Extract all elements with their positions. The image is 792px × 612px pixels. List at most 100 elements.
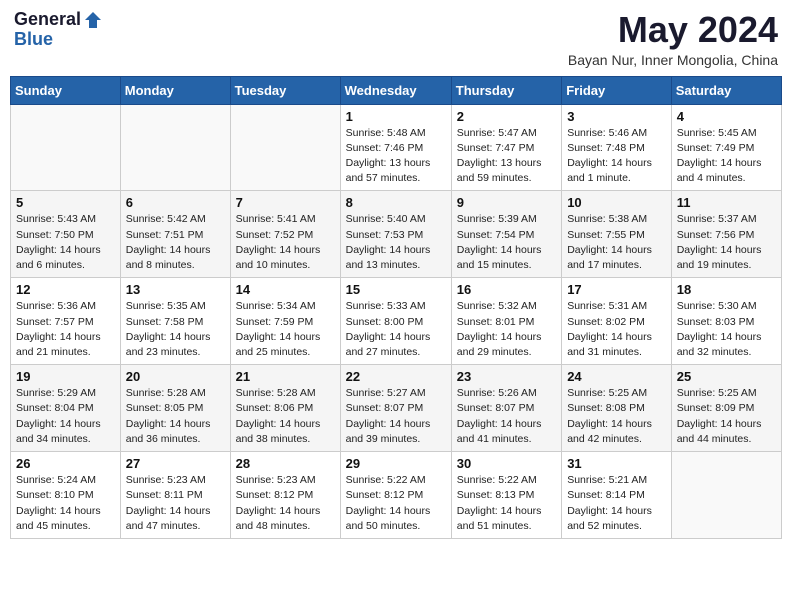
day-number: 23 <box>457 369 556 384</box>
day-number: 31 <box>567 456 666 471</box>
day-info: Sunrise: 5:21 AMSunset: 8:14 PMDaylight:… <box>567 473 666 534</box>
calendar-cell: 15Sunrise: 5:33 AMSunset: 8:00 PMDayligh… <box>340 278 451 365</box>
day-number: 28 <box>236 456 335 471</box>
day-info: Sunrise: 5:26 AMSunset: 8:07 PMDaylight:… <box>457 386 556 447</box>
calendar-cell: 14 Sunrise: 5:34 AMSunset: 7:59 PMDayligh… <box>230 278 340 365</box>
day-info: Sunrise: 5:38 AMSunset: 7:55 PMDaylight:… <box>567 212 666 273</box>
day-info: Sunrise: 5:25 AMSunset: 8:08 PMDaylight:… <box>567 386 666 447</box>
calendar-week-row: 12Sunrise: 5:36 AMSunset: 7:57 PMDayligh… <box>11 278 782 365</box>
weekday-header-wednesday: Wednesday <box>340 76 451 104</box>
calendar-cell: 3Sunrise: 5:46 AMSunset: 7:48 PMDaylight… <box>562 104 672 191</box>
calendar-cell: 23 Sunrise: 5:26 AMSunset: 8:07 PMDayligh… <box>451 365 561 452</box>
day-number: 11 <box>677 195 776 210</box>
calendar-week-row: 19Sunrise: 5:29 AMSunset: 8:04 PMDayligh… <box>11 365 782 452</box>
calendar-cell: 20 Sunrise: 5:28 AMSunset: 8:05 PMDayligh… <box>120 365 230 452</box>
calendar-cell: 1 Sunrise: 5:48 AMSunset: 7:46 PMDaylight… <box>340 104 451 191</box>
day-number: 3 <box>567 109 666 124</box>
month-year-title: May 2024 <box>568 10 778 50</box>
day-number: 4 <box>677 109 776 124</box>
day-info: Sunrise: 5:45 AMSunset: 7:49 PMDaylight:… <box>677 126 776 187</box>
day-number: 14 <box>236 282 335 297</box>
calendar-cell: 7 Sunrise: 5:41 AMSunset: 7:52 PMDaylight… <box>230 191 340 278</box>
weekday-header-thursday: Thursday <box>451 76 561 104</box>
day-info: Sunrise: 5:25 AMSunset: 8:09 PMDaylight:… <box>677 386 776 447</box>
calendar-cell <box>11 104 121 191</box>
day-info: Sunrise: 5:27 AMSunset: 8:07 PMDaylight:… <box>346 386 446 447</box>
day-info: Sunrise: 5:33 AMSunset: 8:00 PMDaylight:… <box>346 299 446 360</box>
day-info: Sunrise: 5:22 AMSunset: 8:13 PMDaylight:… <box>457 473 556 534</box>
calendar-cell: 8 Sunrise: 5:40 AMSunset: 7:53 PMDaylight… <box>340 191 451 278</box>
calendar-cell <box>120 104 230 191</box>
calendar-cell: 27Sunrise: 5:23 AMSunset: 8:11 PMDayligh… <box>120 452 230 539</box>
day-number: 24 <box>567 369 666 384</box>
calendar-cell: 24 Sunrise: 5:25 AMSunset: 8:08 PMDayligh… <box>562 365 672 452</box>
day-info: Sunrise: 5:24 AMSunset: 8:10 PMDaylight:… <box>16 473 115 534</box>
day-info: Sunrise: 5:40 AMSunset: 7:53 PMDaylight:… <box>346 212 446 273</box>
calendar-cell: 6 Sunrise: 5:42 AMSunset: 7:51 PMDaylight… <box>120 191 230 278</box>
location-subtitle: Bayan Nur, Inner Mongolia, China <box>568 52 778 68</box>
calendar-cell: 16Sunrise: 5:32 AMSunset: 8:01 PMDayligh… <box>451 278 561 365</box>
day-info: Sunrise: 5:48 AMSunset: 7:46 PMDaylight:… <box>346 126 446 187</box>
calendar-cell: 19Sunrise: 5:29 AMSunset: 8:04 PMDayligh… <box>11 365 121 452</box>
day-number: 8 <box>346 195 446 210</box>
calendar-cell: 25 Sunrise: 5:25 AMSunset: 8:09 PMDayligh… <box>671 365 781 452</box>
day-number: 29 <box>346 456 446 471</box>
calendar-cell: 30 Sunrise: 5:22 AMSunset: 8:13 PMDayligh… <box>451 452 561 539</box>
day-info: Sunrise: 5:32 AMSunset: 8:01 PMDaylight:… <box>457 299 556 360</box>
logo: General Blue <box>14 10 103 50</box>
day-number: 10 <box>567 195 666 210</box>
day-number: 18 <box>677 282 776 297</box>
calendar-cell: 11 Sunrise: 5:37 AMSunset: 7:56 PMDayligh… <box>671 191 781 278</box>
day-number: 13 <box>126 282 225 297</box>
calendar-cell: 2Sunrise: 5:47 AMSunset: 7:47 PMDaylight… <box>451 104 561 191</box>
day-info: Sunrise: 5:23 AMSunset: 8:11 PMDaylight:… <box>126 473 225 534</box>
day-number: 17 <box>567 282 666 297</box>
day-number: 7 <box>236 195 335 210</box>
day-number: 5 <box>16 195 115 210</box>
day-number: 6 <box>126 195 225 210</box>
day-info: Sunrise: 5:35 AMSunset: 7:58 PMDaylight:… <box>126 299 225 360</box>
calendar-cell: 4 Sunrise: 5:45 AMSunset: 7:49 PMDaylight… <box>671 104 781 191</box>
calendar-cell: 17 Sunrise: 5:31 AMSunset: 8:02 PMDayligh… <box>562 278 672 365</box>
weekday-header-sunday: Sunday <box>11 76 121 104</box>
day-number: 30 <box>457 456 556 471</box>
calendar-cell: 12Sunrise: 5:36 AMSunset: 7:57 PMDayligh… <box>11 278 121 365</box>
day-info: Sunrise: 5:36 AMSunset: 7:57 PMDaylight:… <box>16 299 115 360</box>
day-info: Sunrise: 5:42 AMSunset: 7:51 PMDaylight:… <box>126 212 225 273</box>
day-number: 21 <box>236 369 335 384</box>
day-info: Sunrise: 5:47 AMSunset: 7:47 PMDaylight:… <box>457 126 556 187</box>
weekday-header-monday: Monday <box>120 76 230 104</box>
day-info: Sunrise: 5:41 AMSunset: 7:52 PMDaylight:… <box>236 212 335 273</box>
calendar-cell <box>671 452 781 539</box>
day-number: 25 <box>677 369 776 384</box>
page-header: General Blue May 2024 Bayan Nur, Inner M… <box>10 10 782 68</box>
weekday-header-tuesday: Tuesday <box>230 76 340 104</box>
title-block: May 2024 Bayan Nur, Inner Mongolia, Chin… <box>568 10 778 68</box>
day-number: 9 <box>457 195 556 210</box>
day-number: 1 <box>346 109 446 124</box>
day-info: Sunrise: 5:23 AMSunset: 8:12 PMDaylight:… <box>236 473 335 534</box>
day-number: 20 <box>126 369 225 384</box>
logo-general-text: General <box>14 10 81 30</box>
day-number: 26 <box>16 456 115 471</box>
day-info: Sunrise: 5:28 AMSunset: 8:05 PMDaylight:… <box>126 386 225 447</box>
calendar-cell: 5Sunrise: 5:43 AMSunset: 7:50 PMDaylight… <box>11 191 121 278</box>
calendar-cell: 21 Sunrise: 5:28 AMSunset: 8:06 PMDayligh… <box>230 365 340 452</box>
calendar-cell: 29 Sunrise: 5:22 AMSunset: 8:12 PMDayligh… <box>340 452 451 539</box>
calendar-cell: 13 Sunrise: 5:35 AMSunset: 7:58 PMDayligh… <box>120 278 230 365</box>
day-info: Sunrise: 5:31 AMSunset: 8:02 PMDaylight:… <box>567 299 666 360</box>
weekday-header-friday: Friday <box>562 76 672 104</box>
day-info: Sunrise: 5:34 AMSunset: 7:59 PMDaylight:… <box>236 299 335 360</box>
day-info: Sunrise: 5:22 AMSunset: 8:12 PMDaylight:… <box>346 473 446 534</box>
calendar-week-row: 26 Sunrise: 5:24 AMSunset: 8:10 PMDayligh… <box>11 452 782 539</box>
calendar-week-row: 1 Sunrise: 5:48 AMSunset: 7:46 PMDaylight… <box>11 104 782 191</box>
calendar-cell: 26 Sunrise: 5:24 AMSunset: 8:10 PMDayligh… <box>11 452 121 539</box>
calendar-cell: 10 Sunrise: 5:38 AMSunset: 7:55 PMDayligh… <box>562 191 672 278</box>
calendar-cell: 18Sunrise: 5:30 AMSunset: 8:03 PMDayligh… <box>671 278 781 365</box>
day-info: Sunrise: 5:39 AMSunset: 7:54 PMDaylight:… <box>457 212 556 273</box>
day-info: Sunrise: 5:28 AMSunset: 8:06 PMDaylight:… <box>236 386 335 447</box>
day-info: Sunrise: 5:37 AMSunset: 7:56 PMDaylight:… <box>677 212 776 273</box>
calendar-cell: 28 Sunrise: 5:23 AMSunset: 8:12 PMDayligh… <box>230 452 340 539</box>
weekday-header-saturday: Saturday <box>671 76 781 104</box>
day-number: 22 <box>346 369 446 384</box>
